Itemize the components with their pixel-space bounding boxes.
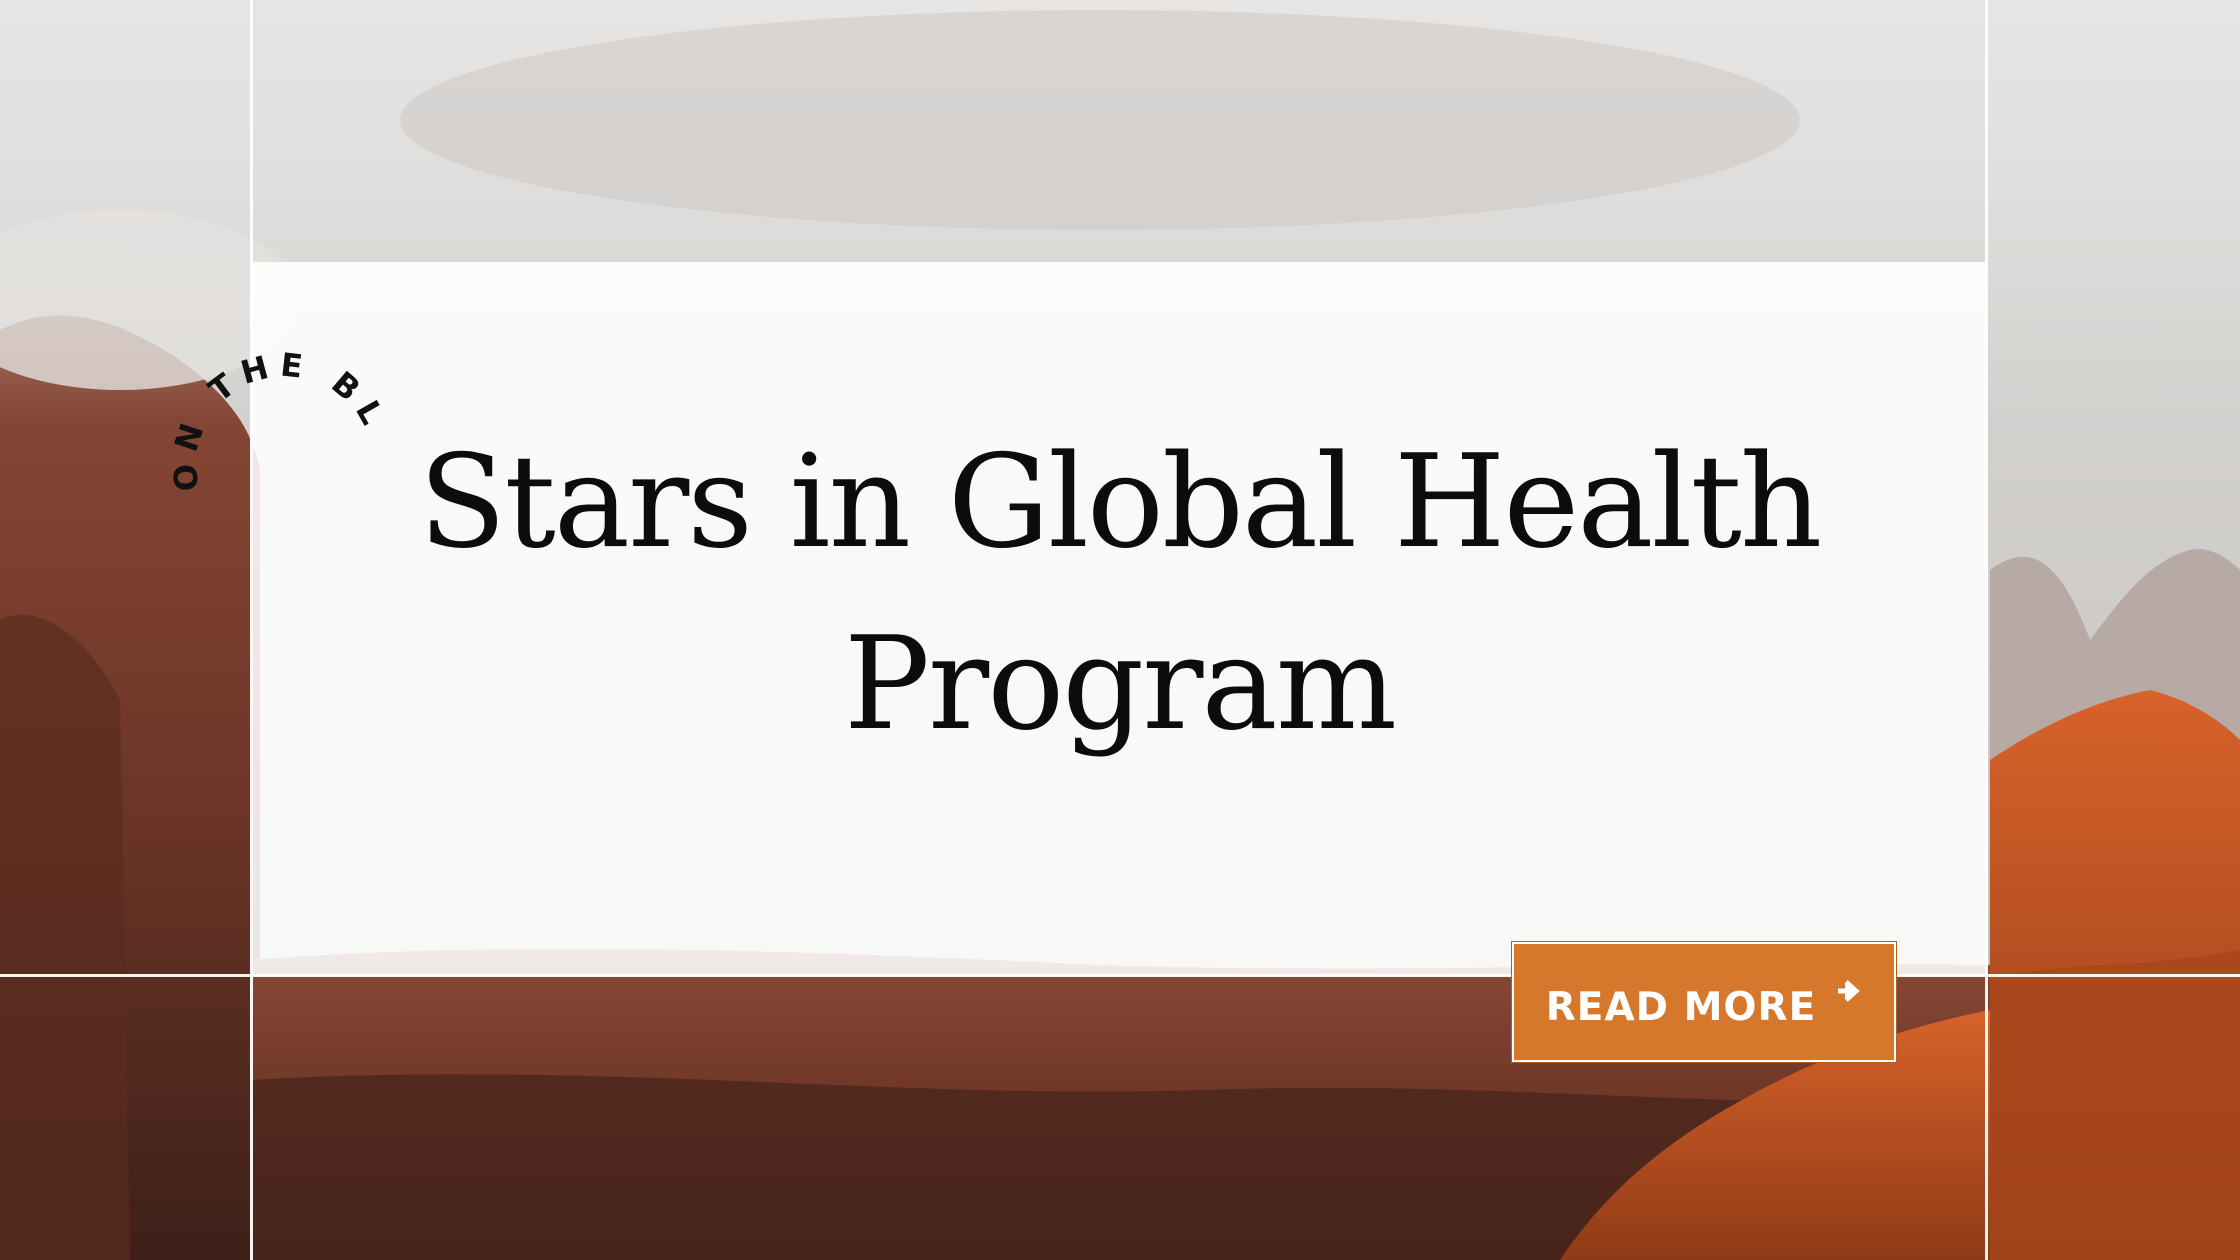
arrow-right-icon	[1838, 980, 1860, 1002]
post-title-line-1: Stars in Global Health	[418, 428, 1823, 577]
grid-line-bottom	[0, 974, 2240, 977]
post-title-line-2: Program	[843, 610, 1397, 759]
read-more-button[interactable]: READ MORE	[1512, 942, 1896, 1062]
read-more-label: READ MORE	[1545, 984, 1817, 1030]
post-title: Stars in Global Health Program	[252, 412, 1987, 776]
blog-banner: ON THE BLOG ON Stars in Global Health Pr…	[0, 0, 2240, 1260]
